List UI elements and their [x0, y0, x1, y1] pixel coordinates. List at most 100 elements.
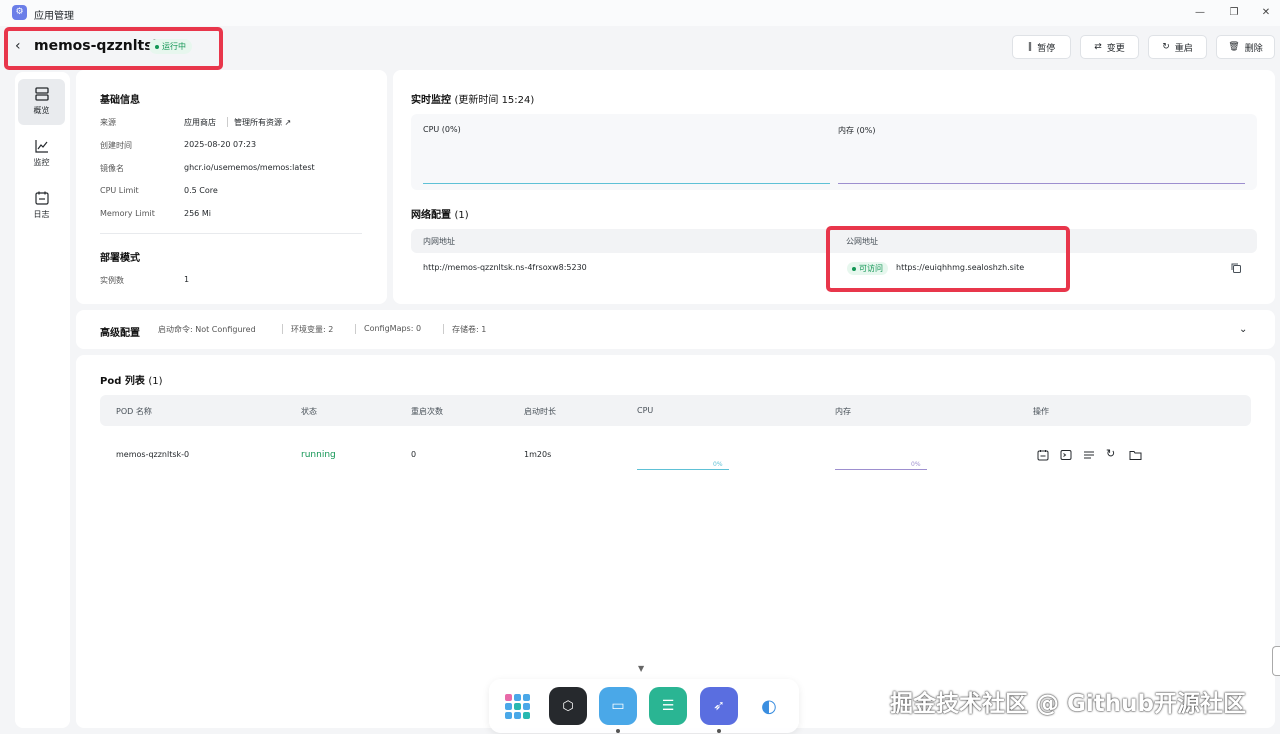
pod-memory-value: 0% — [911, 461, 921, 468]
window-title: 应用管理 — [34, 11, 74, 22]
pause-button[interactable]: ‖ 暂停 — [1012, 35, 1071, 59]
pause-icon: ‖ — [1027, 42, 1033, 52]
pod-table-header — [100, 395, 1251, 426]
source-label: 来源 — [100, 118, 116, 127]
startup-command-info: 启动命令: Not Configured — [158, 325, 256, 334]
restart-icon: ↻ — [1162, 42, 1170, 52]
watermark-text: 掘金技术社区 @ Github开源社区 — [890, 691, 1246, 717]
copy-icon[interactable] — [1230, 262, 1242, 274]
configmaps-info: ConfigMaps: 0 — [364, 324, 422, 333]
sidebar-item-logs[interactable]: 日志 — [18, 183, 65, 229]
calendar-icon — [34, 191, 49, 205]
folder-icon[interactable] — [1129, 449, 1142, 461]
swap-icon: ⇄ — [1094, 42, 1102, 52]
memory-chart-label: 内存 (0%) — [838, 126, 876, 135]
pod-restarts: 0 — [411, 450, 417, 459]
sidebar-item-monitor[interactable]: 监控 — [18, 131, 65, 177]
sidebar-item-overview[interactable]: 概览 — [18, 79, 65, 125]
delete-button[interactable]: 🗑 删除 — [1216, 35, 1275, 59]
divider — [100, 233, 362, 234]
pod-count: (1) — [148, 376, 163, 387]
manage-resources-link[interactable]: 管理所有资源 ↗ — [234, 117, 291, 128]
cpu-usage-line — [423, 183, 830, 184]
instances-value: 1 — [184, 275, 190, 284]
pod-cpu-value: 0% — [713, 461, 723, 468]
pod-status: running — [301, 450, 336, 460]
external-link-icon: ↗ — [284, 118, 292, 127]
col-cpu: CPU — [637, 406, 654, 415]
col-status: 状态 — [301, 407, 317, 416]
source-value: 应用商店 — [184, 118, 216, 127]
restart-button[interactable]: ↻ 重启 — [1148, 35, 1207, 59]
close-icon[interactable]: ✕ — [1258, 6, 1274, 20]
sidebar-item-label: 监控 — [33, 158, 50, 167]
line-chart-icon — [34, 140, 48, 153]
volumes-info: 存储卷: 1 — [452, 325, 487, 334]
status-badge: 运行中 — [149, 39, 192, 54]
image-label: 镜像名 — [100, 164, 124, 173]
pause-label: 暂停 — [1037, 43, 1056, 54]
app-manager-icon: ⚙ — [12, 5, 27, 20]
title-bar — [0, 0, 1280, 26]
created-time-label: 创建时间 — [100, 141, 132, 150]
rocket-icon[interactable]: ➶ — [700, 687, 738, 725]
change-label: 变更 — [1106, 43, 1125, 54]
memory-limit-value: 256 Mi — [184, 209, 211, 218]
app-grid-icon[interactable] — [498, 687, 536, 725]
monitor-title-text: 实时监控 — [411, 95, 451, 106]
sidebar-item-label: 概览 — [33, 106, 50, 115]
maximize-icon[interactable]: ❐ — [1226, 6, 1242, 20]
monitor-panel — [411, 114, 1257, 190]
col-restarts: 重启次数 — [411, 407, 443, 416]
devbox-icon[interactable]: ⬡ — [549, 687, 587, 725]
pod-list-title: Pod 列表 (1) — [100, 372, 163, 387]
trash-icon: 🗑 — [1228, 42, 1240, 52]
database-icon[interactable]: ☰ — [649, 687, 687, 725]
col-memory: 内存 — [835, 407, 851, 416]
internal-address-value[interactable]: http://memos-qzznltsk.ns-4frsoxw8:5230 — [423, 263, 587, 272]
cpu-chart-label: CPU (0%) — [423, 125, 461, 134]
pod-list-title-text: Pod 列表 — [100, 376, 145, 387]
dock-active-dot — [616, 729, 620, 733]
cpu-limit-value: 0.5 Core — [184, 186, 218, 195]
app-name: memos-qzznltsk — [34, 38, 162, 54]
cpu-limit-label: CPU Limit — [100, 186, 139, 195]
side-drawer-handle[interactable] — [1272, 646, 1280, 676]
deploy-mode-title: 部署模式 — [100, 253, 140, 264]
advanced-config-title: 高级配置 — [100, 328, 140, 339]
col-uptime: 启动时长 — [524, 407, 556, 416]
pod-uptime: 1m20s — [524, 450, 552, 459]
col-pod-name: POD 名称 — [116, 407, 152, 416]
logs-icon[interactable] — [1083, 449, 1095, 461]
terminal-icon[interactable] — [1060, 449, 1072, 461]
manage-resources-label: 管理所有资源 — [234, 118, 282, 127]
basic-info-title: 基础信息 — [100, 95, 140, 106]
back-arrow-icon[interactable]: ‹ — [15, 38, 21, 54]
dock-toggle-icon[interactable]: ▼ — [638, 664, 644, 673]
bag-icon[interactable]: ▭ — [599, 687, 637, 725]
col-actions: 操作 — [1033, 407, 1049, 416]
pod-memory-line — [835, 469, 927, 470]
sealos-logo-icon[interactable]: ◐ — [750, 687, 788, 725]
dock-active-dot — [717, 729, 721, 733]
internal-address-header: 内网地址 — [423, 237, 455, 246]
status-text: 运行中 — [162, 42, 186, 51]
memory-usage-line — [838, 183, 1245, 184]
image-value: ghcr.io/usememos/memos:latest — [184, 163, 315, 172]
divider — [443, 324, 444, 334]
calendar-icon[interactable] — [1037, 449, 1049, 461]
restart-label: 重启 — [1174, 43, 1193, 54]
chevron-down-icon[interactable]: ⌄ — [1239, 324, 1247, 335]
server-icon — [34, 87, 49, 101]
network-title-text: 网络配置 — [411, 210, 451, 221]
pod-name: memos-qzznltsk-0 — [116, 450, 190, 459]
created-time-value: 2025-08-20 07:23 — [184, 140, 257, 149]
network-count: (1) — [454, 210, 469, 221]
divider — [282, 324, 283, 334]
change-button[interactable]: ⇄ 变更 — [1080, 35, 1139, 59]
instances-label: 实例数 — [100, 276, 124, 285]
divider — [227, 117, 228, 127]
minimize-icon[interactable]: — — [1192, 6, 1208, 20]
delete-label: 删除 — [1244, 43, 1263, 54]
restart-pod-icon[interactable]: ↻ — [1106, 448, 1118, 460]
